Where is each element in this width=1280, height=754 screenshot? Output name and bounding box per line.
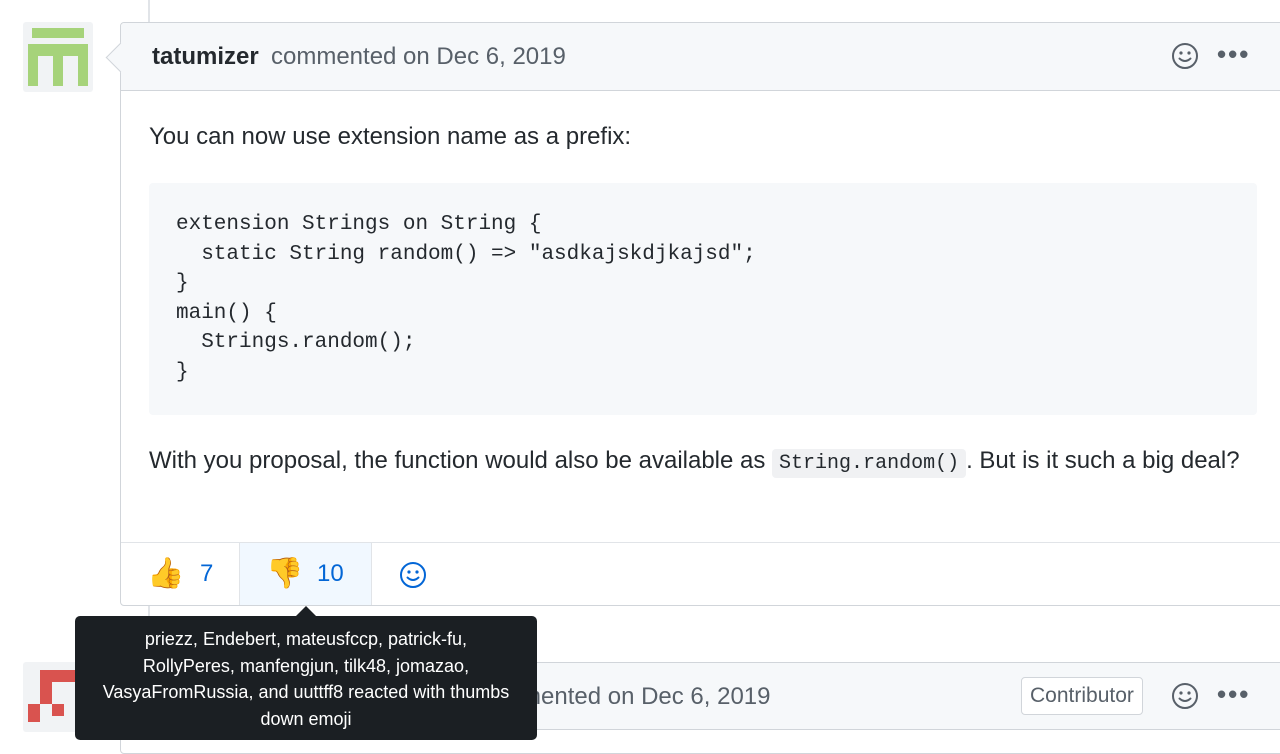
add-reaction-icon[interactable] xyxy=(1170,681,1200,711)
reaction-count: 7 xyxy=(200,560,214,587)
code-content: extension Strings on String { static Str… xyxy=(176,213,756,384)
avatar[interactable] xyxy=(23,22,93,92)
tooltip-text: priezz, Endebert, mateusfccp, patrick-fu… xyxy=(102,629,510,729)
identicon-block xyxy=(40,670,76,682)
comment: tatumizer commented on Dec 6, 2019 ••• Y… xyxy=(105,22,1280,606)
contributor-badge: Contributor xyxy=(1021,677,1143,715)
more-options-icon[interactable]: ••• xyxy=(1217,679,1250,710)
comment-paragraph: You can now use extension name as a pref… xyxy=(149,123,632,150)
comment-author[interactable]: tatumizer xyxy=(152,43,259,71)
thumbs-up-icon: 👍 xyxy=(147,557,185,590)
reaction-tooltip: priezz, Endebert, mateusfccp, patrick-fu… xyxy=(75,616,537,740)
comment-paragraph: With you proposal, the function would al… xyxy=(149,443,1249,482)
paragraph-text: . But is it such a big deal? xyxy=(966,447,1240,474)
identicon-block xyxy=(78,56,88,86)
identicon-block xyxy=(52,704,64,716)
reactions-bar: 👍 7 👎 10 xyxy=(121,542,1280,605)
thumbs-down-icon: 👎 xyxy=(266,557,304,590)
add-reaction-icon[interactable] xyxy=(1170,41,1200,71)
code-block: extension Strings on String { static Str… xyxy=(149,183,1257,415)
identicon-block xyxy=(28,44,88,56)
comment-timestamp[interactable]: mented on Dec 6, 2019 xyxy=(521,683,771,711)
more-options-icon[interactable]: ••• xyxy=(1217,39,1250,70)
reaction-count: 10 xyxy=(317,560,344,587)
identicon-block xyxy=(28,56,38,86)
comment-header: tatumizer commented on Dec 6, 2019 ••• xyxy=(105,23,1280,91)
comment-timestamp[interactable]: commented on Dec 6, 2019 xyxy=(271,43,566,71)
tooltip-arrow xyxy=(296,606,316,616)
reaction-thumbs-down-button[interactable]: 👎 10 xyxy=(240,543,372,605)
identicon-block xyxy=(28,704,40,722)
identicon-block xyxy=(40,682,52,704)
reaction-thumbs-up-button[interactable]: 👍 7 xyxy=(121,543,240,605)
identicon-block xyxy=(32,28,84,38)
comment-caret xyxy=(105,42,136,73)
identicon-block xyxy=(53,56,63,86)
add-reaction-icon[interactable] xyxy=(398,560,428,590)
paragraph-text: With you proposal, the function would al… xyxy=(149,447,773,474)
inline-code: String.random() xyxy=(772,449,967,478)
